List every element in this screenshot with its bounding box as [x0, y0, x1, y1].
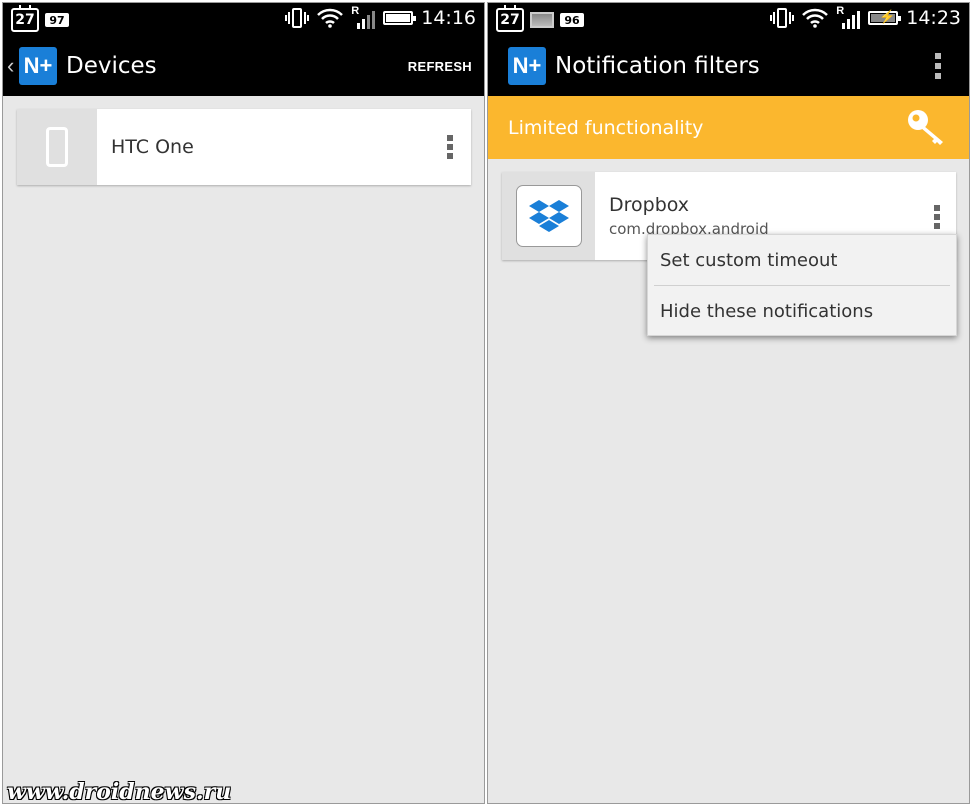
status-bar: 27 97 R 14:16 [3, 3, 484, 36]
menu-item-hide-notifications[interactable]: Hide these notifications [648, 286, 956, 336]
page-title: Devices [66, 53, 157, 79]
calendar-icon: 27 [11, 5, 39, 32]
menu-item-set-custom-timeout[interactable]: Set custom timeout [648, 235, 956, 285]
back-chevron-icon[interactable]: ‹ [7, 53, 19, 79]
popup-menu: Set custom timeout Hide these notificati… [647, 234, 957, 336]
device-thumb [17, 109, 97, 185]
wifi-icon [802, 8, 829, 28]
action-bar: N+ Notification filters [488, 36, 969, 96]
page-title: Notification filters [555, 53, 760, 79]
app-thumb [502, 172, 595, 260]
limited-functionality-banner[interactable]: Limited functionality [488, 96, 969, 159]
status-bar: 27 96 R ⚡ 14:23 [488, 3, 969, 36]
signal-roaming-icon: R [836, 5, 861, 29]
phone-icon [46, 127, 68, 167]
app-logo[interactable]: N+ [19, 47, 57, 85]
app-name: Dropbox [609, 194, 690, 216]
vibrate-icon [770, 7, 795, 29]
overflow-menu-icon[interactable] [934, 205, 940, 229]
calendar-day: 27 [15, 12, 35, 28]
device-name: HTC One [111, 136, 194, 158]
overflow-menu-icon[interactable] [935, 53, 941, 79]
vibrate-icon [285, 7, 310, 29]
battery-icon [383, 11, 417, 25]
device-list-item[interactable]: HTC One [17, 109, 471, 185]
banner-text: Limited functionality [508, 116, 704, 139]
wifi-icon [317, 8, 344, 28]
refresh-button[interactable]: REFRESH [408, 59, 472, 74]
calendar-icon: 27 [496, 5, 524, 32]
devices-screen: 27 97 R 14:16 ‹ N+ Devices REFRESH HTC O… [2, 2, 485, 804]
watermark: www.droidnews.ru [7, 779, 232, 804]
image-icon [530, 12, 554, 28]
notification-filters-screen: 27 96 R ⚡ 14:23 N+ Notification filters … [487, 2, 970, 804]
clock: 14:23 [906, 7, 961, 29]
overflow-menu-icon[interactable] [447, 135, 453, 159]
calendar-day: 27 [500, 12, 520, 28]
key-icon[interactable] [907, 109, 947, 150]
app-logo[interactable]: N+ [508, 47, 546, 85]
action-bar: ‹ N+ Devices REFRESH [3, 36, 484, 96]
signal-roaming-icon: R [351, 5, 376, 29]
notification-count-badge: 96 [560, 13, 584, 27]
dropbox-icon [515, 185, 582, 247]
battery-charging-icon: ⚡ [868, 9, 902, 25]
clock: 14:16 [421, 7, 476, 29]
notification-count-badge: 97 [45, 13, 69, 27]
